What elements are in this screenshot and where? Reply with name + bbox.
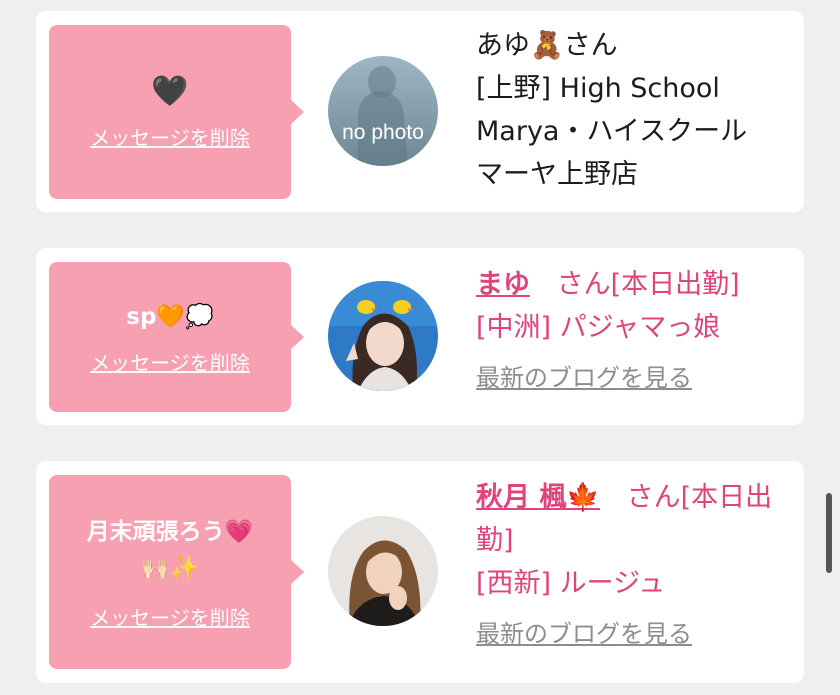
girl-name-link[interactable]: まゆ: [476, 269, 530, 300]
delete-message-link[interactable]: メッセージを削除: [90, 347, 250, 376]
avatar[interactable]: no photo: [328, 56, 438, 166]
profile-photo: [328, 281, 438, 391]
delete-message-link[interactable]: メッセージを削除: [90, 122, 250, 151]
scrollbar[interactable]: [826, 493, 832, 573]
shop-line-2: Marya・ハイスクール: [476, 116, 748, 147]
message-card: 月末頑張ろう💗 🙌🏻✨ メッセージを削除 秋月 楓🍁 さん[本日出勤] [西新]…: [36, 461, 804, 683]
shop-line: [中洲] パジャマっ娘: [476, 312, 721, 343]
svg-text:no photo: no photo: [342, 121, 424, 144]
message-bubble: 月末頑張ろう💗 🙌🏻✨ メッセージを削除: [49, 475, 304, 669]
blog-link[interactable]: 最新のブログを見る: [476, 357, 692, 400]
girl-name-link[interactable]: 秋月 楓🍁: [476, 482, 600, 513]
message-text-2: 🙌🏻✨: [141, 554, 199, 581]
shop-line-3: マーヤ上野店: [476, 159, 638, 190]
message-text: 🖤: [151, 73, 189, 109]
girl-info: あゆ🧸さん [上野] High School Marya・ハイスクール マーヤ上…: [476, 24, 794, 196]
girl-name-line: まゆ さん[本日出勤]: [476, 263, 794, 306]
message-card: 🖤 メッセージを削除 no photo あゆ🧸さん [上野] High Scho…: [36, 11, 804, 212]
avatar[interactable]: [328, 281, 438, 391]
no-photo-placeholder-icon: no photo: [328, 56, 438, 166]
blog-link[interactable]: 最新のブログを見る: [476, 613, 692, 656]
message-text: sp🧡💭: [126, 303, 214, 330]
girl-name: あゆ🧸さん: [476, 30, 618, 61]
profile-photo: [328, 516, 438, 626]
delete-message-link[interactable]: メッセージを削除: [90, 602, 250, 631]
shop-line-1: [上野] High School: [476, 73, 720, 104]
girl-info: まゆ さん[本日出勤] [中洲] パジャマっ娘 最新のブログを見る: [476, 263, 794, 400]
avatar[interactable]: [328, 516, 438, 626]
shop-line: [西新] ルージュ: [476, 568, 666, 599]
name-suffix: さん[本日出勤]: [556, 269, 740, 300]
girl-name-line: 秋月 楓🍁 さん[本日出勤]: [476, 476, 794, 562]
message-card: sp🧡💭 メッセージを削除 まゆ さん[本日出勤] [中洲] パジャマっ娘 最新…: [36, 248, 804, 425]
message-bubble: 🖤 メッセージを削除: [49, 25, 304, 199]
message-bubble: sp🧡💭 メッセージを削除: [49, 262, 304, 412]
message-text: 月末頑張ろう💗: [86, 518, 254, 545]
girl-info: 秋月 楓🍁 さん[本日出勤] [西新] ルージュ 最新のブログを見る: [476, 476, 794, 656]
